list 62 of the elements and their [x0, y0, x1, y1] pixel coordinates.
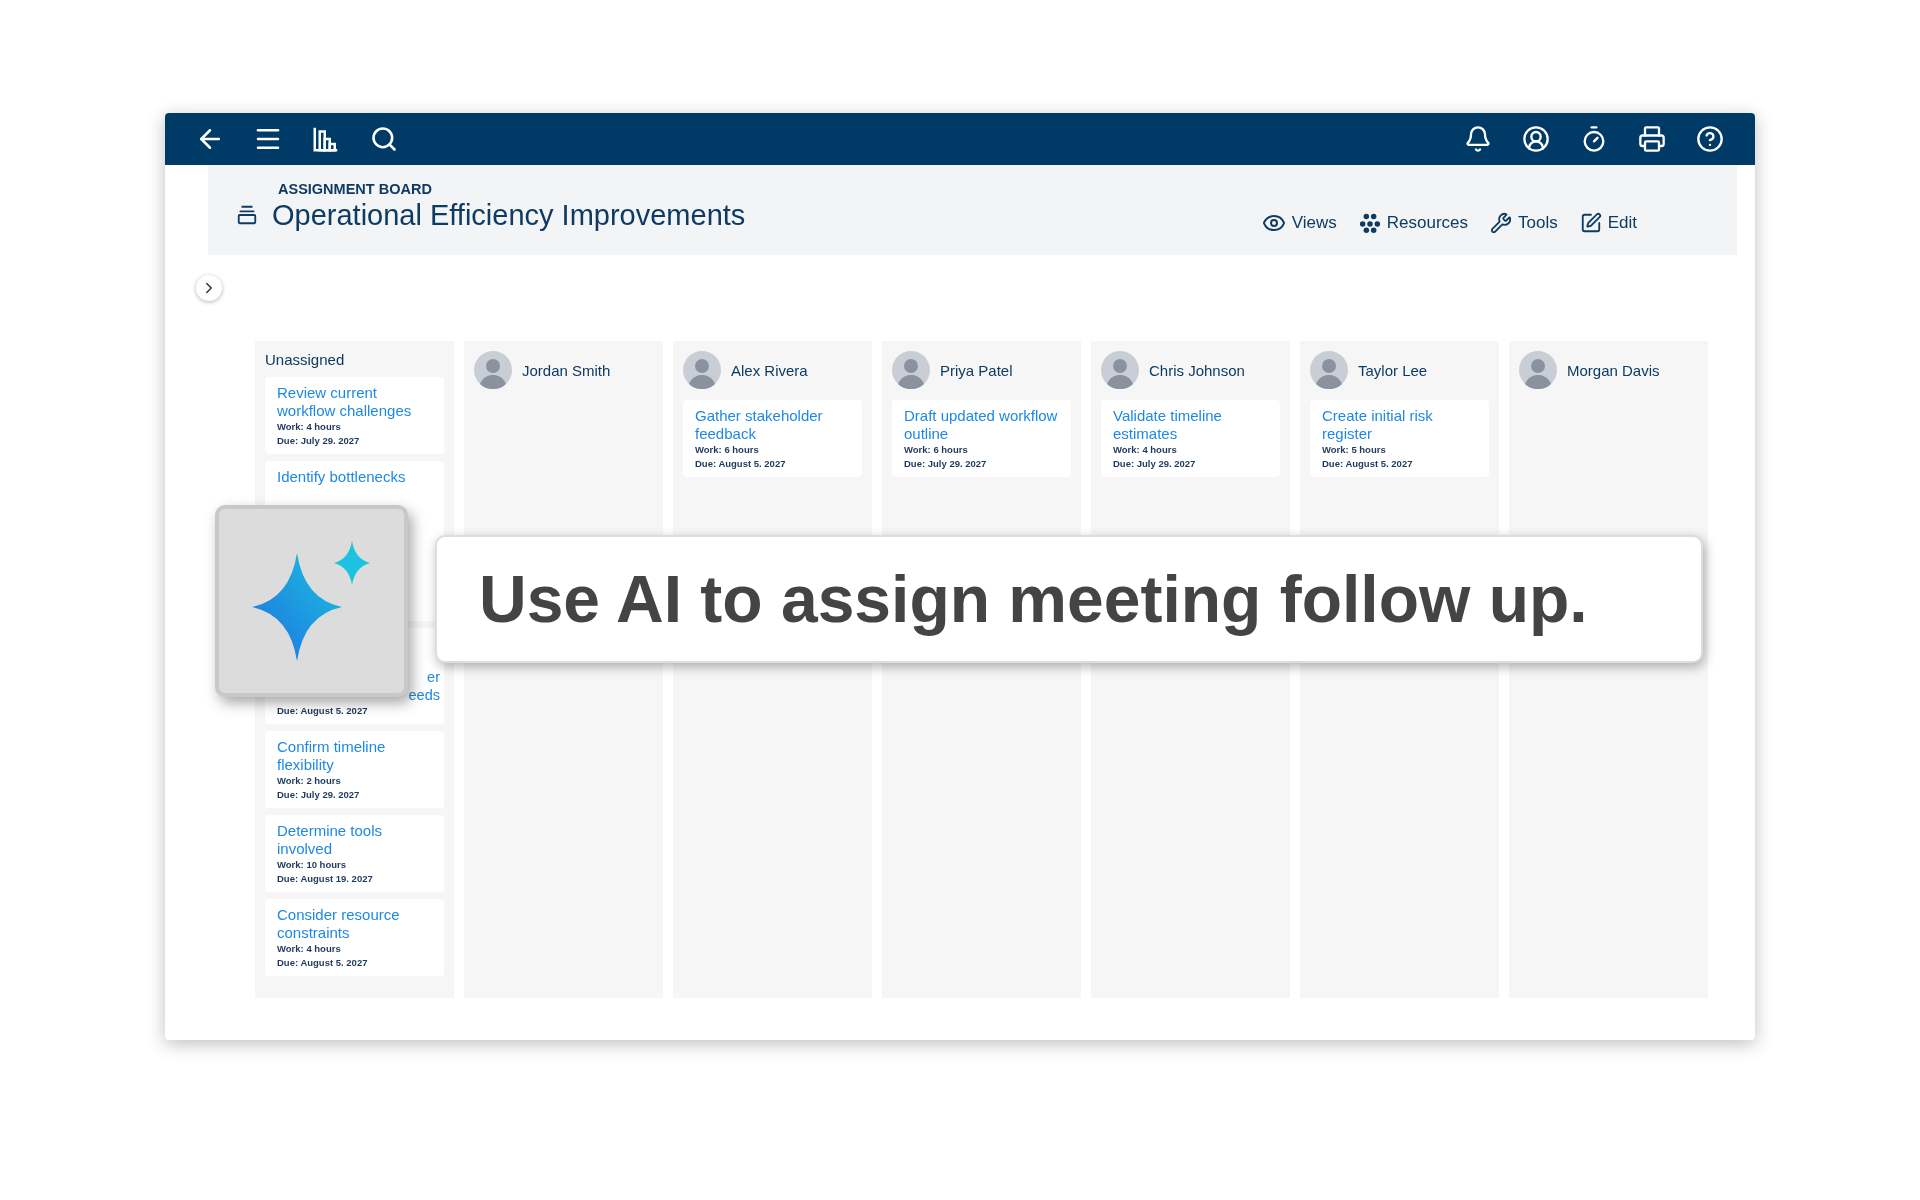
task-work: Work: 2 hours — [277, 774, 342, 788]
wrench-icon — [1490, 212, 1512, 234]
task-due: Due: July 29. 2027 — [904, 457, 988, 471]
task-work: Work: 4 hours — [277, 420, 342, 434]
task-title: Consider resource constraints — [277, 906, 401, 942]
task-title: Identify bottlenecks — [277, 468, 407, 486]
task-work: Work: 4 hours — [277, 942, 342, 956]
task-title: er — [426, 668, 440, 686]
task-card[interactable]: Draft updated workflow outline Work: 6 hours Due: July 29. 2027 — [892, 400, 1071, 477]
task-work: Work: 5 hours — [1322, 443, 1387, 457]
task-due: Due: August 19. 2027 — [277, 872, 374, 886]
stack-icon — [236, 204, 258, 226]
task-card[interactable]: Review current workflow challenges Work: 4 hours Due: July 29. 2027 — [265, 377, 444, 454]
person-name: Alex Rivera — [731, 361, 808, 379]
task-work: Work: 10 hours — [277, 858, 347, 872]
task-due: Due: July 29. 2027 — [277, 434, 361, 448]
task-work: Work: 4 hours — [1113, 443, 1178, 457]
tools-button[interactable]: Tools — [1490, 212, 1558, 234]
edit-icon — [1579, 212, 1602, 234]
task-card[interactable]: Consider resource constraints Work: 4 hours Due: August 5. 2027 — [265, 899, 444, 976]
person-name: Jordan Smith — [522, 361, 611, 379]
avatar-icon — [474, 351, 512, 389]
task-title: Review current workflow challenges — [277, 384, 413, 420]
task-card[interactable]: Determine tools involved Work: 10 hours Due: August 19. 2027 — [265, 815, 444, 892]
task-work: Work: 6 hours — [695, 443, 760, 457]
task-title: Gather stakeholder feedback — [695, 407, 824, 443]
people-group-icon — [1358, 212, 1381, 234]
task-card[interactable]: Validate timeline estimates Work: 4 hours Due: July 29. 2027 — [1101, 400, 1280, 477]
task-title: Confirm timeline flexibility — [277, 738, 387, 774]
task-title: Create initial risk register — [1322, 407, 1434, 443]
avatar-icon — [683, 351, 721, 389]
person-name: Taylor Lee — [1358, 361, 1428, 379]
column-title: Unassigned — [265, 351, 346, 370]
task-title: eeds — [407, 686, 440, 704]
sparkle-icon — [251, 541, 372, 661]
person-name: Chris Johnson — [1149, 361, 1245, 379]
task-due: Due: August 5. 2027 — [277, 704, 369, 718]
task-due: Due: July 29. 2027 — [1113, 457, 1197, 471]
resources-button[interactable]: Resources — [1358, 212, 1468, 234]
task-title: Validate timeline estimates — [1113, 407, 1223, 443]
expand-button[interactable] — [196, 275, 222, 301]
task-card[interactable]: Create initial risk register Work: 5 hours Due: August 5. 2027 — [1310, 400, 1489, 477]
task-due: Due: August 5. 2027 — [695, 457, 787, 471]
avatar-icon — [1519, 351, 1557, 389]
person-name: Priya Patel — [940, 361, 1013, 379]
board-title: Operational Efficiency Improvements — [272, 198, 746, 232]
task-title: Draft updated workflow outline — [904, 407, 1059, 443]
task-work: Work: 6 hours — [904, 443, 969, 457]
board-type-label: ASSIGNMENT BOARD — [277, 180, 433, 197]
views-button[interactable]: Views — [1261, 211, 1337, 235]
callout-text: Use AI to assign meeting follow up. — [479, 561, 1588, 637]
person-name: Morgan Davis — [1567, 361, 1660, 379]
avatar-icon — [1310, 351, 1348, 389]
task-card[interactable]: Gather stakeholder feedback Work: 6 hours Due: August 5. 2027 — [683, 400, 862, 477]
task-title: Determine tools involved — [277, 822, 384, 858]
task-due: Due: August 5. 2027 — [1322, 457, 1414, 471]
avatar-icon — [1101, 351, 1139, 389]
avatar-icon — [892, 351, 930, 389]
task-due: Due: August 5. 2027 — [277, 956, 369, 970]
task-card[interactable]: Confirm timeline flexibility Work: 2 hours Due: July 29. 2027 — [265, 731, 444, 808]
task-due: Due: July 29. 2027 — [277, 788, 361, 802]
edit-button[interactable]: Edit — [1579, 212, 1637, 234]
